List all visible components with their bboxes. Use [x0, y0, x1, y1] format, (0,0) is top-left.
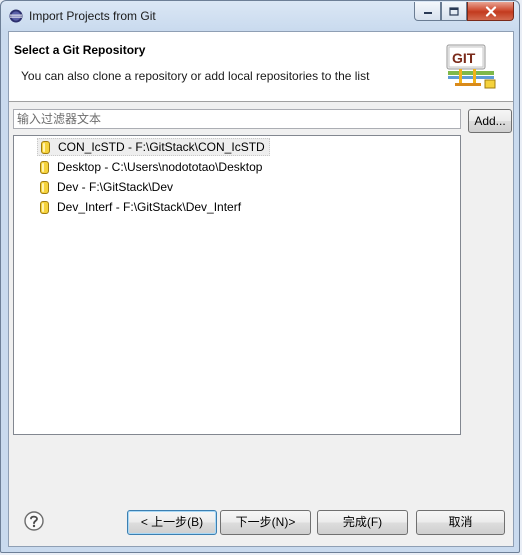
list-item[interactable]: Dev_Interf - F:\GitStack\Dev_Interf [37, 198, 245, 216]
maximize-icon [449, 6, 459, 16]
repository-icon [40, 200, 49, 214]
maximize-button[interactable] [441, 2, 467, 21]
wizard-header: Select a Git Repository You can also clo… [9, 32, 513, 102]
back-button[interactable]: < 上一步(B) [127, 510, 217, 535]
repository-icon [41, 140, 50, 154]
repository-icon [40, 180, 49, 194]
question-mark-icon[interactable] [24, 511, 44, 531]
cancel-button[interactable]: 取消 [416, 510, 505, 535]
git-logo-icon: GIT [446, 44, 496, 89]
list-item[interactable]: CON_IcSTD - F:\GitStack\CON_IcSTD [37, 138, 270, 156]
git-logo-text: GIT [452, 50, 476, 66]
window-title: Import Projects from Git [29, 9, 156, 23]
repository-label: Desktop - C:\Users\nodototao\Desktop [57, 160, 263, 174]
next-button[interactable]: 下一步(N)> [220, 510, 311, 535]
repository-list[interactable]: CON_IcSTD - F:\GitStack\CON_IcSTD Deskto… [13, 135, 461, 435]
repository-label: Dev - F:\GitStack\Dev [57, 180, 174, 194]
filter-input[interactable] [13, 109, 461, 129]
minimize-button[interactable] [414, 2, 441, 21]
dialog-window: Import Projects from Git Select a Git Re… [0, 0, 520, 553]
minimize-icon [423, 12, 432, 14]
list-item[interactable]: Desktop - C:\Users\nodototao\Desktop [37, 158, 266, 176]
close-icon [485, 5, 496, 17]
finish-button[interactable]: 完成(F) [317, 510, 408, 535]
title-bar[interactable]: Import Projects from Git [1, 1, 519, 31]
page-title: Select a Git Repository [14, 43, 146, 57]
close-button[interactable] [467, 2, 514, 21]
dialog-body: Select a Git Repository You can also clo… [8, 31, 514, 547]
list-item[interactable]: Dev - F:\GitStack\Dev [37, 178, 177, 196]
repository-label: CON_IcSTD - F:\GitStack\CON_IcSTD [58, 140, 265, 154]
page-description: You can also clone a repository or add l… [21, 69, 370, 83]
repository-label: Dev_Interf - F:\GitStack\Dev_Interf [57, 200, 242, 214]
add-button[interactable]: Add... [468, 109, 512, 133]
eclipse-icon [9, 9, 23, 23]
repository-icon [40, 160, 49, 174]
